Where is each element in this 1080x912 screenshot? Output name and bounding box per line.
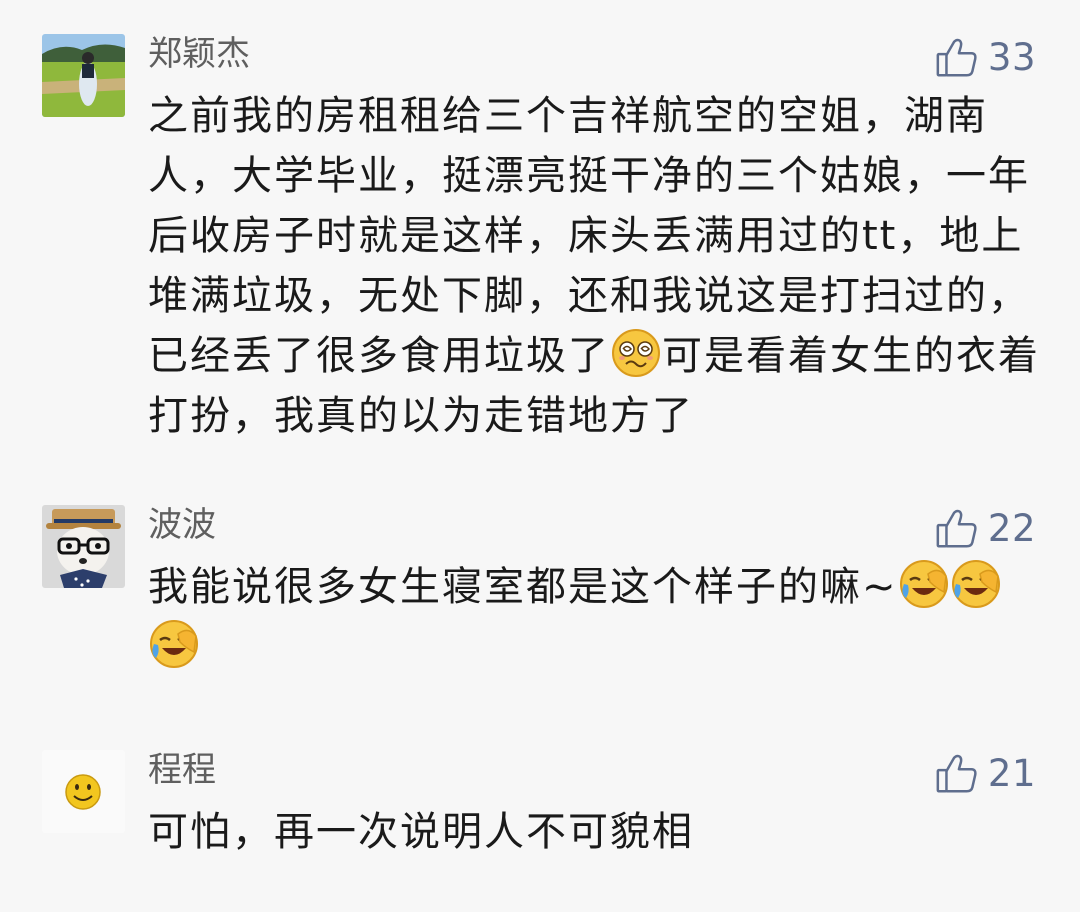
thumbs-up-icon bbox=[934, 35, 980, 81]
like-count: 33 bbox=[987, 36, 1036, 79]
like-button[interactable]: 22 bbox=[934, 505, 1036, 553]
like-count: 21 bbox=[987, 752, 1036, 795]
comment-username[interactable]: 郑颖杰 bbox=[148, 34, 250, 74]
comment-content: 之前我的房租租给三个吉祥航空的空姐，湖南人，大学毕业，挺漂亮挺干净的三个姑娘，一… bbox=[148, 86, 1040, 446]
like-button[interactable]: 33 bbox=[934, 34, 1036, 82]
comment-username[interactable]: 波波 bbox=[148, 505, 216, 545]
comment-list: 郑颖杰 33 之前我的房租租给三个吉祥航空的空姐，湖南人，大学毕业，挺漂亮挺干净… bbox=[0, 0, 1080, 912]
avatar[interactable] bbox=[42, 34, 125, 117]
facepalm-laugh-emoji bbox=[148, 618, 200, 670]
like-button[interactable]: 21 bbox=[934, 750, 1036, 798]
thumbs-up-icon bbox=[934, 751, 980, 797]
dizzy-face-emoji bbox=[610, 327, 662, 379]
avatar[interactable] bbox=[42, 750, 125, 833]
comment-text: 我能说很多女生寝室都是这个样子的嘛~ bbox=[148, 564, 898, 610]
comment-text: 可怕，再一次说明人不可貌相 bbox=[148, 809, 694, 855]
facepalm-laugh-emoji bbox=[898, 558, 950, 610]
comment-content: 我能说很多女生寝室都是这个样子的嘛~ bbox=[148, 557, 1040, 677]
thumbs-up-icon bbox=[934, 506, 980, 552]
avatar-smiley-image bbox=[42, 750, 125, 833]
facepalm-laugh-emoji bbox=[950, 558, 1002, 610]
avatar[interactable] bbox=[42, 505, 125, 588]
avatar-landscape-image bbox=[42, 34, 125, 117]
avatar-dog-image bbox=[42, 505, 125, 588]
comment-username[interactable]: 程程 bbox=[148, 750, 216, 790]
like-count: 22 bbox=[987, 507, 1036, 550]
comment-content: 可怕，再一次说明人不可貌相 bbox=[148, 802, 1040, 862]
